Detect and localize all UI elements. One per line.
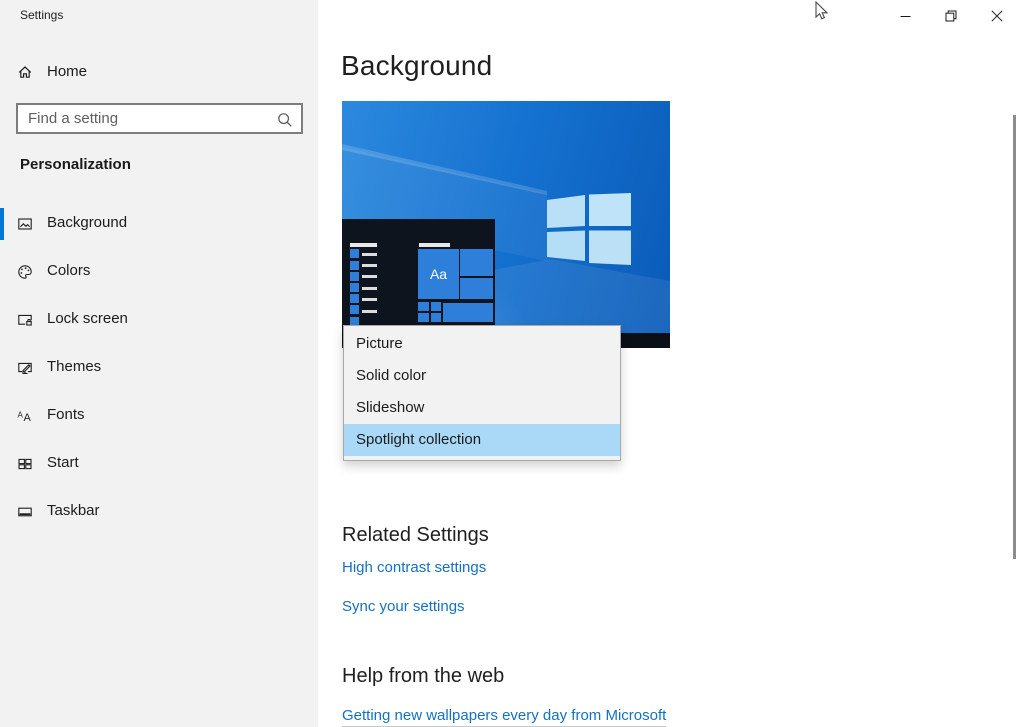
dropdown-option-picture[interactable]: Picture bbox=[344, 328, 620, 360]
sidebar: Settings Home Personalization bbox=[0, 0, 318, 727]
search-icon bbox=[276, 111, 294, 129]
search-box bbox=[16, 103, 303, 134]
sidebar-item-fonts[interactable]: A A Fonts bbox=[0, 392, 318, 440]
home-icon bbox=[17, 64, 33, 80]
high-contrast-settings-link[interactable]: High contrast settings bbox=[342, 559, 486, 576]
sidebar-item-label: Start bbox=[47, 454, 79, 471]
sidebar-item-taskbar[interactable]: Taskbar bbox=[0, 488, 318, 536]
window-controls bbox=[882, 0, 1020, 32]
dropdown-option-solid-color[interactable]: Solid color bbox=[344, 360, 620, 392]
start-icon bbox=[17, 456, 33, 472]
settings-window: Settings Home Personalization bbox=[0, 0, 1020, 727]
background-preview: Aa bbox=[342, 101, 670, 348]
sidebar-item-label: Themes bbox=[47, 358, 101, 375]
sync-your-settings-link[interactable]: Sync your settings bbox=[342, 598, 465, 615]
dropdown-option-spotlight-collection[interactable]: Spotlight collection bbox=[344, 424, 620, 456]
sidebar-item-themes[interactable]: Themes bbox=[0, 344, 318, 392]
getting-new-wallpapers-link[interactable]: Getting new wallpapers every day from Mi… bbox=[342, 707, 666, 727]
sidebar-item-label: Lock screen bbox=[47, 310, 128, 327]
restore-button[interactable] bbox=[928, 0, 974, 32]
sidebar-item-label: Fonts bbox=[47, 406, 85, 423]
picture-icon bbox=[17, 216, 33, 232]
aa-tile: Aa bbox=[418, 249, 459, 299]
fonts-icon: A A bbox=[17, 408, 33, 424]
help-from-web-heading: Help from the web bbox=[342, 665, 504, 688]
svg-text:A: A bbox=[24, 412, 32, 424]
page-title: Background bbox=[341, 50, 492, 82]
taskbar-icon bbox=[17, 504, 33, 520]
search-input[interactable] bbox=[18, 105, 301, 132]
sidebar-item-label: Home bbox=[47, 63, 87, 80]
windows-logo bbox=[547, 193, 631, 266]
lock-screen-icon bbox=[17, 312, 33, 328]
sidebar-item-start[interactable]: Start bbox=[0, 440, 318, 488]
sidebar-section-label: Personalization bbox=[20, 156, 131, 173]
sidebar-item-lock-screen[interactable]: Lock screen bbox=[0, 296, 318, 344]
sidebar-item-colors[interactable]: Colors bbox=[0, 248, 318, 296]
vertical-scrollbar[interactable] bbox=[1013, 115, 1016, 559]
dropdown-option-slideshow[interactable]: Slideshow bbox=[344, 392, 620, 424]
sidebar-item-label: Taskbar bbox=[47, 502, 100, 519]
hamburger-bar bbox=[350, 243, 377, 247]
sidebar-item-label: Colors bbox=[47, 262, 90, 279]
sidebar-item-label: Background bbox=[47, 214, 127, 231]
minimize-button[interactable] bbox=[882, 0, 928, 32]
sidebar-nav: Background Colors bbox=[0, 200, 318, 536]
selected-accent-bar bbox=[0, 208, 4, 240]
close-button[interactable] bbox=[974, 0, 1020, 32]
related-settings-heading: Related Settings bbox=[342, 524, 489, 547]
themes-icon bbox=[17, 360, 33, 376]
sidebar-item-home[interactable]: Home bbox=[0, 56, 318, 90]
app-title: Settings bbox=[20, 8, 63, 22]
mouse-cursor bbox=[815, 1, 835, 23]
palette-icon bbox=[17, 264, 33, 280]
tiles-header-bar bbox=[419, 243, 450, 247]
background-type-dropdown: Picture Solid color Slideshow Spotlight … bbox=[343, 325, 621, 461]
sidebar-item-background[interactable]: Background bbox=[0, 200, 318, 248]
